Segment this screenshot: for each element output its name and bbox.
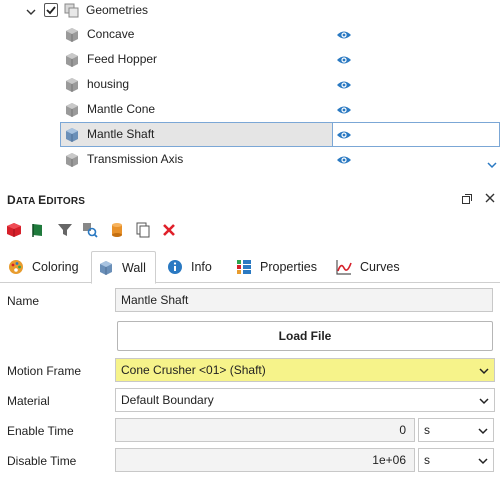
- geometry-icon: [100, 260, 112, 275]
- motion-frame-label: Motion Frame: [7, 364, 82, 378]
- motion-frame-value: Cone Crusher <01> (Shaft): [121, 363, 266, 377]
- disable-time-unit-dropdown[interactable]: s: [418, 448, 494, 472]
- chevron-down-icon: [478, 428, 488, 435]
- name-value: Mantle Shaft: [121, 293, 189, 307]
- filter-icon[interactable]: [57, 222, 73, 238]
- green-flag-icon[interactable]: [30, 222, 46, 238]
- tree-item-label: housing: [87, 77, 130, 91]
- name-field[interactable]: Mantle Shaft: [115, 288, 493, 312]
- motion-frame-dropdown[interactable]: Cone Crusher <01> (Shaft): [115, 358, 495, 382]
- cylinder-icon[interactable]: [109, 222, 125, 238]
- copy-icon[interactable]: [135, 222, 151, 238]
- tab-properties[interactable]: Properties: [236, 251, 317, 283]
- disable-time-label: Disable Time: [7, 454, 77, 468]
- tree-item-concave[interactable]: Concave: [0, 22, 486, 47]
- close-panel-icon[interactable]: [485, 193, 495, 203]
- disable-time-input[interactable]: 1e+06: [115, 448, 415, 472]
- visibility-eye-icon[interactable]: [336, 54, 352, 66]
- disable-time-unit: s: [424, 453, 430, 467]
- geometry-icon: [66, 103, 78, 117]
- material-value: Default Boundary: [121, 393, 214, 407]
- geometry-icon: [66, 128, 78, 142]
- geometry-icon: [66, 78, 78, 92]
- tree-item-label: Concave: [87, 27, 135, 41]
- float-panel-icon[interactable]: [462, 194, 472, 204]
- panel-title-part: ATA: [15, 196, 39, 207]
- disable-time-value: 1e+06: [372, 453, 406, 467]
- visibility-eye-icon[interactable]: [336, 79, 352, 91]
- check-icon: [46, 6, 56, 15]
- visibility-eye-icon[interactable]: [336, 129, 352, 141]
- visibility-eye-icon[interactable]: [336, 29, 352, 41]
- tree-item-label: Transmission Axis: [87, 152, 184, 166]
- tab-label: Curves: [360, 260, 400, 274]
- geometry-icon: [66, 153, 78, 167]
- geometries-folder-icon: [64, 3, 79, 18]
- visibility-eye-icon[interactable]: [336, 154, 352, 166]
- enable-time-value: 0: [399, 423, 406, 437]
- chevron-down-icon: [479, 368, 489, 375]
- tab-label: Coloring: [32, 260, 79, 274]
- search-icon[interactable]: [82, 222, 98, 238]
- tab-coloring[interactable]: Coloring: [8, 251, 79, 283]
- scroll-down-chevron-icon[interactable]: [486, 160, 498, 170]
- red-cube-icon[interactable]: [6, 222, 22, 238]
- material-label: Material: [7, 394, 50, 408]
- load-file-label: Load File: [278, 329, 332, 343]
- editor-tabs: Coloring Wall Info Properties Curves: [0, 249, 500, 284]
- tree-item-transmission-axis[interactable]: Transmission Axis: [0, 147, 486, 172]
- enable-time-input[interactable]: 0: [115, 418, 415, 442]
- tree-root-label: Geometries: [86, 3, 149, 17]
- tree-item-label: Mantle Cone: [87, 102, 156, 116]
- curves-icon: [336, 260, 352, 275]
- panel-title-part: D: [7, 193, 16, 207]
- material-dropdown[interactable]: Default Boundary: [115, 388, 495, 412]
- tree-item-label: Feed Hopper: [87, 52, 158, 66]
- delete-icon[interactable]: [161, 222, 177, 238]
- geometries-checkbox[interactable]: [44, 3, 58, 17]
- geometry-icon: [66, 53, 78, 67]
- enable-time-label: Enable Time: [7, 424, 74, 438]
- tab-label: Properties: [260, 260, 317, 274]
- enable-time-unit: s: [424, 423, 430, 437]
- panel-title: DATA EDITORS: [7, 193, 85, 207]
- tree-item-mantle-cone[interactable]: Mantle Cone: [0, 97, 486, 122]
- tab-wall[interactable]: Wall: [91, 251, 156, 284]
- chevron-down-icon: [479, 398, 489, 405]
- tab-label: Wall: [122, 260, 146, 275]
- tree-item-mantle-shaft[interactable]: Mantle Shaft: [0, 122, 500, 147]
- visibility-eye-icon[interactable]: [336, 104, 352, 116]
- tree-item-housing[interactable]: housing: [0, 72, 486, 97]
- load-file-button[interactable]: Load File: [117, 321, 493, 351]
- tree-item-feed-hopper[interactable]: Feed Hopper: [0, 47, 486, 72]
- chevron-down-icon: [478, 458, 488, 465]
- selection-highlight-eye-cell: [332, 122, 500, 147]
- info-icon: [168, 260, 182, 274]
- geometry-tree: Geometries Concave Feed Hopper housing M…: [0, 0, 500, 174]
- tab-label: Info: [191, 260, 212, 274]
- editor-toolbar: [0, 219, 500, 241]
- geometry-icon: [66, 28, 78, 42]
- tab-curves[interactable]: Curves: [336, 251, 400, 283]
- panel-title-part: DITORS: [46, 196, 86, 207]
- name-label: Name: [7, 294, 40, 308]
- tree-item-label: Mantle Shaft: [87, 127, 155, 141]
- properties-icon: [237, 260, 251, 274]
- chevron-down-icon[interactable]: [24, 5, 38, 19]
- palette-icon: [9, 260, 23, 274]
- enable-time-unit-dropdown[interactable]: s: [418, 418, 494, 442]
- data-editors-header: DATA EDITORS: [0, 188, 500, 210]
- tab-info[interactable]: Info: [167, 251, 212, 283]
